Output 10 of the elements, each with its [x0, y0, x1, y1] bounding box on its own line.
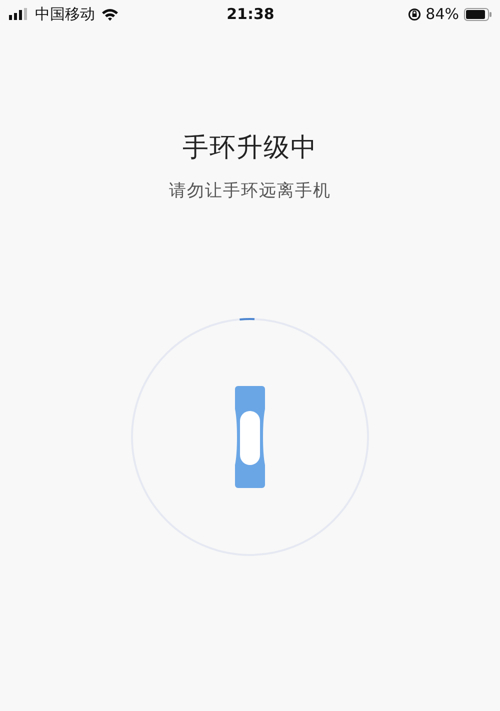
rotation-lock-icon [408, 8, 421, 20]
signal-icon [9, 8, 29, 20]
wristband-icon [235, 386, 265, 488]
upgrade-hint: 请勿让手环远离手机 [169, 180, 331, 202]
wifi-icon [101, 8, 119, 20]
battery-icon [464, 8, 492, 20]
upgrade-title: 手环升级中 [182, 132, 318, 165]
battery-percent: 84% [426, 5, 459, 23]
clock-time: 21:38 [226, 5, 274, 23]
carrier-name: 中国移动 [35, 4, 95, 24]
